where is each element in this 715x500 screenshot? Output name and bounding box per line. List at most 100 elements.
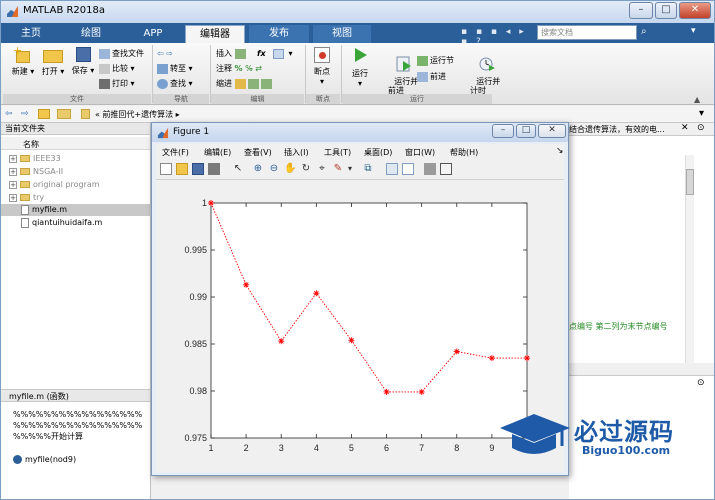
horizontal-scrollbar[interactable] — [569, 363, 714, 375]
editor-menu-icon[interactable]: ⊙ — [697, 123, 705, 133]
data-cursor-icon[interactable]: ⌖ — [316, 163, 328, 175]
link-plot-icon[interactable]: ⧉ — [362, 163, 374, 175]
function-icon — [13, 455, 22, 464]
menu-view[interactable]: 查看(V) — [244, 147, 272, 158]
indent-button[interactable]: 缩进 — [216, 77, 274, 91]
item-name: qiantuihuidaifa.m — [32, 218, 103, 227]
tab-home[interactable]: 主页 — [5, 25, 57, 43]
run-section-button[interactable]: 运行节 — [417, 54, 454, 68]
list-item[interactable]: + original program — [9, 179, 100, 191]
close-button[interactable]: ✕ — [679, 2, 711, 19]
path-folder-icon — [81, 109, 90, 119]
run-and-time-label: 运行并 计时 — [470, 77, 501, 95]
list-item-selected[interactable]: myfile.m — [1, 204, 150, 216]
comment-label: 注释 — [216, 64, 232, 73]
figure-minimize-button[interactable]: – — [492, 124, 514, 138]
compare-button[interactable]: 比较 ▾ — [99, 62, 135, 76]
breadcrumb[interactable]: « 前推回代+遗传算法 ▸ — [95, 109, 180, 120]
dock-figure-icon[interactable]: ↘ — [556, 146, 564, 156]
find-file-button[interactable]: 查找文件 — [99, 47, 144, 61]
expand-icon[interactable]: + — [9, 193, 17, 202]
insert-colorbar-icon[interactable] — [386, 163, 398, 175]
menu-edit[interactable]: 编辑(E) — [204, 147, 231, 158]
run-advance-icon — [396, 56, 412, 72]
list-item[interactable]: + try — [9, 192, 44, 204]
x-tick-label: 6 — [384, 443, 389, 453]
scrollbar-thumb[interactable] — [686, 169, 694, 195]
folder-icon — [20, 181, 30, 188]
figure-close-button[interactable]: ✕ — [538, 124, 566, 138]
editor-close-icon[interactable]: ✕ — [681, 123, 689, 133]
column-header[interactable]: 名称 — [1, 137, 150, 150]
back-forward-buttons[interactable]: ⇦ ⇨ — [157, 47, 173, 61]
print-label: 打印 — [112, 79, 128, 88]
tab-editor[interactable]: 编辑器 — [185, 25, 245, 43]
figure-maximize-button[interactable]: □ — [516, 124, 536, 138]
tab-view[interactable]: 视图 — [313, 25, 371, 43]
function-browser-icon — [273, 48, 284, 59]
back-arrow-icon[interactable]: ⇦ — [5, 109, 19, 119]
search-input[interactable]: 搜索文档 — [537, 25, 637, 40]
insert-legend-icon[interactable] — [402, 163, 414, 175]
menu-window[interactable]: 窗口(W) — [405, 147, 435, 158]
tab-publish[interactable]: 发布 — [249, 25, 309, 43]
expand-toolstrip-icon[interactable]: ▾ — [691, 26, 703, 38]
list-item[interactable]: + IEEE33 — [9, 153, 61, 165]
rotate-3d-icon[interactable]: ↻ — [300, 163, 312, 175]
zoom-in-icon[interactable]: ⊕ — [252, 163, 264, 175]
edit-plot-icon[interactable]: ↖ — [232, 163, 244, 175]
brush-icon[interactable]: ✎ — [332, 163, 344, 175]
run-advance-label: 运行并 前进 — [388, 77, 419, 95]
quick-access-toolbar[interactable]: ▪ ▪ ▪ ◂ ▸ ▪ ? — [461, 27, 531, 47]
pan-icon[interactable]: ✋ — [284, 163, 296, 175]
open-button[interactable]: 打开 ▾ — [39, 47, 67, 77]
list-item[interactable]: + NSGA-II — [9, 166, 63, 178]
print-button[interactable]: 打印 ▾ — [99, 77, 135, 91]
menu-file[interactable]: 文件(F) — [162, 147, 189, 158]
menu-insert[interactable]: 插入(I) — [284, 147, 309, 158]
open-file-icon[interactable] — [176, 163, 188, 175]
hide-plot-tools-icon[interactable] — [424, 163, 436, 175]
print-figure-icon[interactable] — [208, 163, 220, 175]
details-function[interactable]: myfile(nod9) — [13, 455, 76, 464]
command-window-menu-icon[interactable]: ⊙ — [697, 378, 705, 388]
address-dropdown-icon[interactable]: ▾ — [699, 108, 704, 119]
search-icon[interactable]: ⌕ — [641, 26, 653, 38]
menu-tools[interactable]: 工具(T) — [324, 147, 351, 158]
comment-button[interactable]: 注释 % %̶ ⇄ — [216, 62, 262, 76]
goto-button[interactable]: 转至 ▾ — [157, 62, 193, 76]
new-figure-icon[interactable] — [160, 163, 172, 175]
forward-arrow-icon[interactable]: ⇨ — [21, 109, 35, 119]
menu-desktop[interactable]: 桌面(D) — [364, 147, 392, 158]
fx-button[interactable]: fx — [257, 47, 266, 61]
breakpoints-button[interactable]: 断点 ▾ — [309, 47, 335, 86]
collapse-ribbon-icon[interactable]: ▲ — [694, 95, 700, 104]
function-browser-button[interactable]: ▾ — [273, 47, 293, 61]
insert-button[interactable]: 插入 — [216, 47, 248, 61]
expand-icon[interactable]: + — [9, 167, 17, 176]
advance-button[interactable]: 前进 — [417, 70, 446, 84]
menu-help[interactable]: 帮助(H) — [450, 147, 478, 158]
m-file-icon — [21, 204, 29, 215]
expand-icon[interactable]: + — [9, 154, 17, 163]
up-folder-icon[interactable] — [38, 109, 50, 119]
find-button[interactable]: 查找 ▾ — [157, 77, 193, 91]
goto-label: 转至 — [170, 64, 186, 73]
save-button[interactable]: 保存 ▾ — [69, 47, 97, 76]
show-plot-tools-icon[interactable] — [440, 163, 452, 175]
zoom-out-icon[interactable]: ⊖ — [268, 163, 280, 175]
expand-icon[interactable]: + — [9, 180, 17, 189]
save-figure-icon[interactable] — [192, 163, 204, 175]
indent-left-icon — [260, 78, 272, 89]
brush-dropdown-icon[interactable]: ▾ — [344, 163, 356, 175]
x-tick-label: 3 — [279, 443, 284, 453]
browse-folder-icon[interactable] — [57, 109, 71, 119]
tab-plots[interactable]: 绘图 — [63, 25, 119, 43]
run-button[interactable]: 运行 ▾ — [347, 47, 373, 88]
maximize-button[interactable]: □ — [655, 2, 677, 19]
details-header[interactable]: myfile.m (函数) — [1, 389, 150, 402]
tab-apps[interactable]: APP — [125, 25, 181, 43]
new-button[interactable]: + 新建 ▾ — [9, 45, 37, 77]
list-item[interactable]: qiantuihuidaifa.m — [21, 217, 102, 229]
minimize-button[interactable]: – — [629, 2, 653, 19]
